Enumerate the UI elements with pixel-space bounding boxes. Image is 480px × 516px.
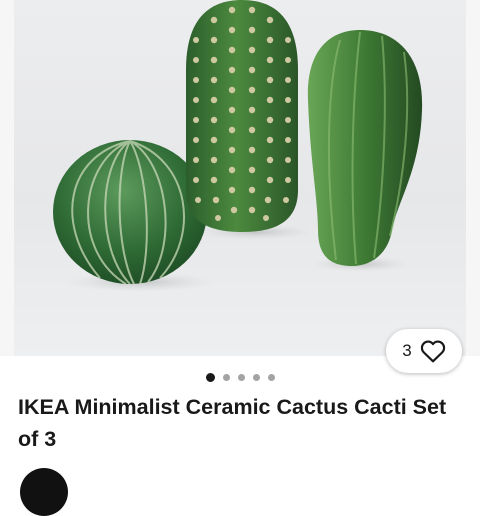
heart-outline-icon — [420, 340, 445, 363]
image-carousel-indicator[interactable] — [0, 372, 480, 382]
like-button[interactable]: 3 — [386, 329, 462, 373]
carousel-dot[interactable] — [237, 373, 245, 381]
carousel-dot[interactable] — [222, 373, 230, 381]
round-cactus-figure — [53, 140, 207, 285]
product-image[interactable] — [0, 0, 480, 356]
carousel-dot[interactable] — [267, 373, 275, 381]
like-count: 3 — [402, 341, 412, 360]
listing-title: IKEA Minimalist Ceramic Cactus Cacti Set… — [18, 395, 447, 451]
carousel-dot[interactable] — [205, 372, 215, 382]
seller-avatar[interactable] — [20, 468, 68, 516]
tall-dotted-cactus-figure — [186, 0, 298, 232]
carousel-dot[interactable] — [252, 373, 260, 381]
